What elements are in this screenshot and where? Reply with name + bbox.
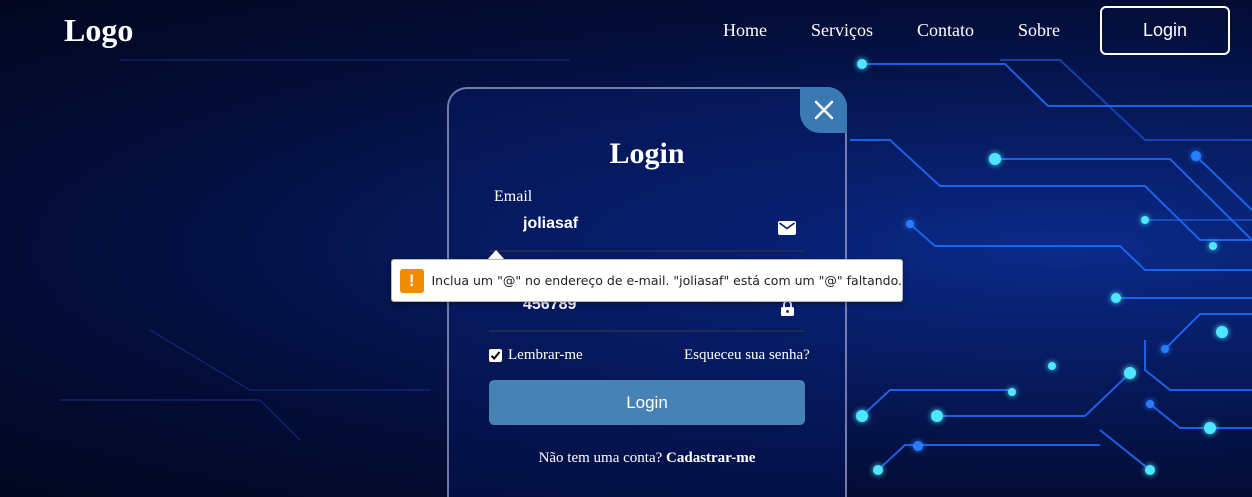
logo[interactable]: Logo bbox=[64, 12, 133, 49]
validation-tooltip: ! Inclua um "@" no endereço de e-mail. "… bbox=[391, 259, 903, 302]
register-link[interactable]: Cadastrar-me bbox=[666, 450, 755, 466]
remember-me-checkbox[interactable]: Lembrar-me bbox=[489, 347, 583, 364]
lock-icon bbox=[781, 300, 794, 316]
login-submit-button[interactable]: Login bbox=[489, 380, 805, 425]
nav-contato[interactable]: Contato bbox=[917, 20, 974, 41]
checkmark-icon bbox=[490, 351, 501, 360]
close-icon bbox=[814, 100, 833, 120]
main-nav: Home Serviços Contato Sobre bbox=[723, 20, 1060, 41]
register-prompt: Não tem uma conta? Cadastrar-me bbox=[447, 450, 847, 467]
password-underline bbox=[489, 330, 805, 332]
modal-title: Login bbox=[609, 137, 685, 170]
remember-me-label: Lembrar-me bbox=[508, 347, 583, 363]
checkbox-box[interactable] bbox=[489, 349, 502, 362]
forgot-password-link[interactable]: Esqueceu sua senha? bbox=[684, 347, 810, 364]
warning-icon: ! bbox=[400, 268, 424, 293]
close-button[interactable] bbox=[800, 87, 847, 133]
nav-home[interactable]: Home bbox=[723, 20, 767, 41]
header-login-button[interactable]: Login bbox=[1100, 6, 1230, 55]
email-field[interactable] bbox=[489, 208, 805, 240]
validation-message: Inclua um "@" no endereço de e-mail. "jo… bbox=[431, 273, 903, 288]
envelope-icon bbox=[778, 221, 796, 235]
nav-servicos[interactable]: Serviços bbox=[811, 20, 873, 41]
email-underline bbox=[489, 250, 805, 252]
email-label: Email bbox=[494, 188, 533, 205]
register-prompt-text: Não tem uma conta? bbox=[538, 450, 663, 466]
nav-sobre[interactable]: Sobre bbox=[1018, 20, 1060, 41]
